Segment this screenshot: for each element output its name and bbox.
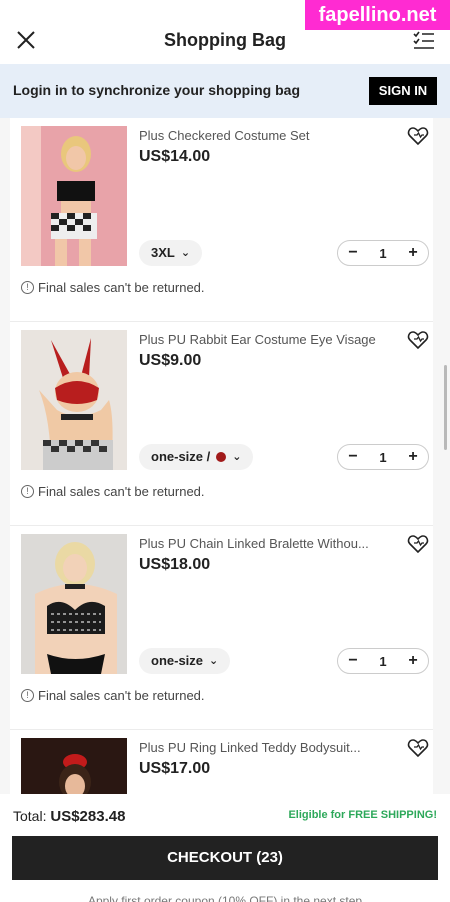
cart-items-list[interactable]: Plus Checkered Costume Set US$14.00 3XL … (10, 118, 433, 794)
order-total: Total: US$283.48 (13, 808, 125, 825)
info-icon: ! (21, 689, 34, 702)
increase-quantity-button[interactable]: + (404, 652, 422, 670)
decrease-quantity-button[interactable]: − (344, 652, 362, 670)
scrollbar[interactable] (444, 365, 447, 450)
checkout-button[interactable]: CHECKOUT (23) (12, 836, 438, 880)
product-name[interactable]: Plus PU Chain Linked Bralette Withou... (139, 536, 401, 551)
size-value: one-size (151, 653, 204, 668)
product-name[interactable]: Plus Checkered Costume Set (139, 128, 401, 143)
login-banner-text: Login in to synchronize your shopping ba… (13, 82, 300, 98)
chevron-down-icon: ⌄ (209, 655, 219, 667)
cart-item: Plus Checkered Costume Set US$14.00 3XL … (10, 118, 433, 322)
product-name[interactable]: Plus PU Ring Linked Teddy Bodysuit... (139, 740, 401, 755)
chevron-down-icon: ⌄ (180, 247, 191, 259)
increase-quantity-button[interactable]: + (404, 448, 422, 466)
quantity-stepper: − 1 + (337, 648, 429, 674)
sign-in-button[interactable]: SIGN IN (369, 77, 437, 105)
quantity-value[interactable]: 1 (379, 246, 386, 261)
info-icon: ! (21, 485, 34, 498)
quantity-value[interactable]: 1 (379, 450, 386, 465)
product-price: US$14.00 (139, 148, 211, 165)
product-price: US$9.00 (139, 352, 202, 369)
decrease-quantity-button[interactable]: − (344, 448, 362, 466)
final-sale-text: Final sales can't be returned. (38, 280, 205, 295)
product-name[interactable]: Plus PU Rabbit Ear Costume Eye Visage (139, 332, 401, 347)
checkout-footer: Total: US$283.48 Eligible for FREE SHIPP… (0, 794, 450, 902)
product-price: US$18.00 (139, 556, 211, 573)
decrease-quantity-button[interactable]: − (344, 244, 362, 262)
product-image[interactable] (21, 126, 127, 266)
cart-item: Plus PU Chain Linked Bralette Withou... … (10, 526, 433, 730)
wishlist-heart-icon[interactable] (407, 534, 429, 554)
total-value: US$283.48 (50, 808, 126, 825)
quantity-value[interactable]: 1 (379, 654, 386, 669)
increase-quantity-button[interactable]: + (404, 244, 422, 262)
chevron-down-icon: ⌄ (232, 451, 242, 463)
product-image[interactable] (21, 534, 127, 674)
final-sale-notice: ! Final sales can't be returned. (21, 484, 205, 499)
final-sale-text: Final sales can't be returned. (38, 484, 205, 499)
wishlist-heart-icon[interactable] (407, 126, 429, 146)
final-sale-text: Final sales can't be returned. (38, 688, 205, 703)
color-swatch (216, 452, 227, 462)
cart-item: Plus PU Ring Linked Teddy Bodysuit... US… (10, 730, 433, 794)
login-banner: Login in to synchronize your shopping ba… (0, 64, 450, 118)
wishlist-heart-icon[interactable] (407, 330, 429, 350)
product-image[interactable] (21, 738, 127, 794)
free-shipping-note: Eligible for FREE SHIPPING! (288, 809, 437, 821)
watermark: fapellino.net (305, 0, 450, 30)
quantity-stepper: − 1 + (337, 444, 429, 470)
page-title: Shopping Bag (164, 30, 286, 50)
cart-item: Plus PU Rabbit Ear Costume Eye Visage US… (10, 322, 433, 526)
size-value: 3XL (151, 245, 175, 260)
info-icon: ! (21, 281, 34, 294)
coupon-hint: Apply first order coupon (10% OFF) in th… (87, 894, 363, 902)
final-sale-notice: ! Final sales can't be returned. (21, 280, 205, 295)
checklist-icon[interactable] (412, 28, 436, 52)
quantity-stepper: − 1 + (337, 240, 429, 266)
product-price: US$17.00 (139, 760, 211, 777)
final-sale-notice: ! Final sales can't be returned. (21, 688, 205, 703)
total-label: Total: (13, 808, 47, 824)
size-selector[interactable]: 3XL ⌄ (139, 240, 203, 266)
size-selector[interactable]: one-size / ⌄ (139, 444, 254, 470)
product-image[interactable] (21, 330, 127, 470)
size-value: one-size / (151, 449, 211, 464)
wishlist-heart-icon[interactable] (407, 738, 429, 758)
size-selector[interactable]: one-size ⌄ (139, 648, 231, 674)
